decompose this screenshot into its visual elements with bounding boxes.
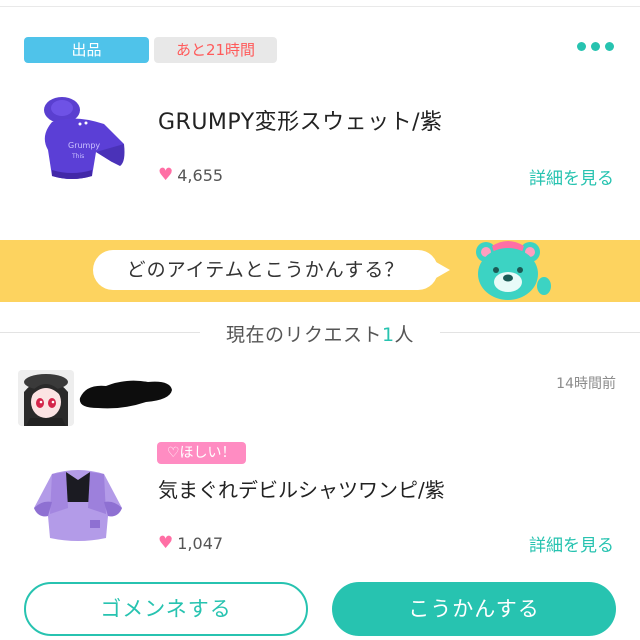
exchange-prompt-bubble: どのアイテムとこうかんする？ [93,250,438,290]
request-label-suffix: 人 [394,324,415,346]
listing-item-image[interactable]: Grumpy This [34,92,134,182]
exchange-button[interactable]: こうかんする [332,582,616,636]
svg-text:Grumpy: Grumpy [68,141,100,150]
listing-detail-link[interactable]: 詳細を見る [529,164,614,189]
username-redacted [76,374,174,412]
time-remaining-badge: あと21時間 [154,37,277,63]
request-count: 1 [381,324,395,346]
heart-icon: ♥ [158,533,174,553]
bubble-tail [436,262,450,278]
request-detail-link[interactable]: 詳細を見る [529,531,614,556]
listing-likes-count: 4,655 [177,165,224,185]
request-likes: ♥ 1,047 [158,533,223,553]
request-count-heading: 現在のリクエスト1人 [0,320,640,347]
top-divider [0,6,640,7]
listing-item-title: GRUMPY変形スウェット/紫 [158,110,443,135]
request-label-prefix: 現在のリクエスト [225,324,382,346]
request-item-image[interactable] [28,462,128,542]
request-likes-count: 1,047 [177,533,224,553]
decline-button[interactable]: ゴメンネする [24,582,308,636]
want-badge: ♡ほしい！ [157,442,246,464]
avatar[interactable] [18,370,74,426]
listing-likes: ♥ 4,655 [158,165,223,185]
request-item-title: 気まぐれデビルシャツワンピ/紫 [158,478,445,502]
bear-mascot-icon [462,238,552,304]
more-icon[interactable] [577,42,614,51]
request-timestamp: 14時間前 [556,376,616,392]
svg-text:This: This [71,153,84,160]
heart-icon: ♥ [158,165,174,185]
listing-status-badge: 出品 [24,37,149,63]
